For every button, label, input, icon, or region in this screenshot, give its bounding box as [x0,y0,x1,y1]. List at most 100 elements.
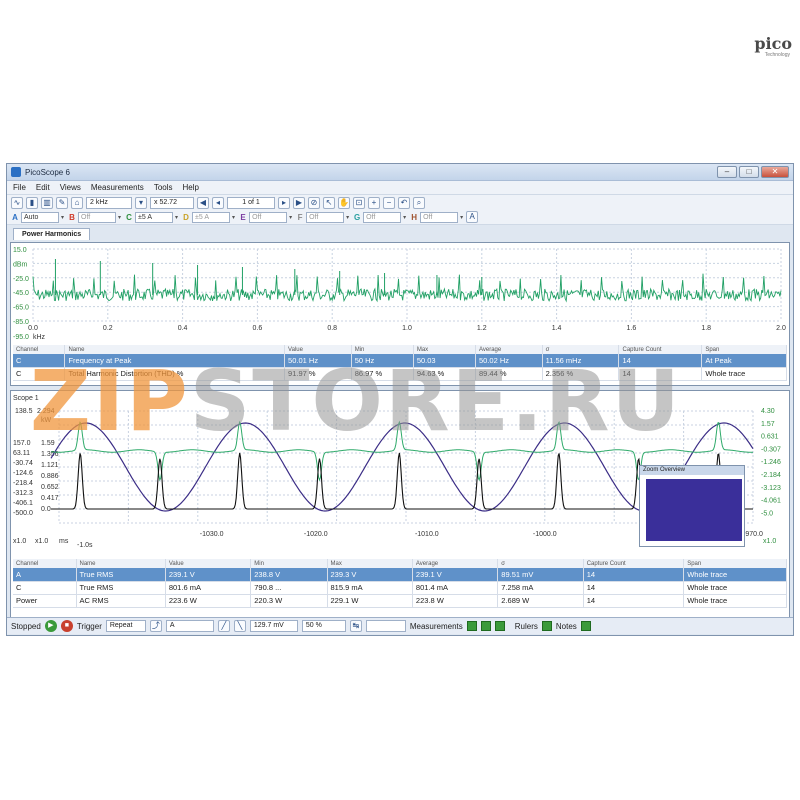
channel-b-label[interactable]: B [67,212,77,223]
channel-a-label[interactable]: A [10,212,20,223]
zoom-overview[interactable]: Zoom Overview [639,465,745,547]
math-channels-icon[interactable]: A [466,211,479,223]
zoom-overview-thumbnail[interactable] [646,479,742,541]
edit-measurement-icon[interactable] [480,621,491,631]
trigger-mode-select[interactable]: Repeat [105,620,146,632]
channel-c-range-select[interactable]: ±5 A [135,211,174,223]
channel-f-label[interactable]: F [295,212,305,223]
zoom-out-icon[interactable]: − [383,196,395,209]
column-header[interactable]: Min [250,559,328,568]
channel-e-range-select[interactable]: Off [249,211,288,223]
column-header[interactable]: Span [701,345,787,354]
menu-help[interactable]: Help [183,183,199,192]
y-tick-label-a: -406.1 [13,500,33,507]
probe-icon[interactable]: ✎ [56,196,68,209]
table-cell: 2.689 W [497,594,584,608]
first-buffer-icon[interactable]: ◀ [197,196,209,209]
start-button[interactable]: ▶ [44,620,57,632]
pointer-icon[interactable]: ↖ [323,196,335,209]
menu-views[interactable]: Views [60,183,81,192]
trigger-channel-select[interactable]: A [165,620,214,632]
y-tick-label-a: 157.0 [13,440,31,447]
table-cell: 14 [583,594,685,608]
channel-g-range-select[interactable]: Off [363,211,402,223]
column-header[interactable]: Average [412,559,499,568]
zoom-in-icon[interactable]: + [368,196,380,209]
channel-g-label[interactable]: G [352,212,362,223]
column-header[interactable]: Max [327,559,413,568]
tab-power-harmonics[interactable]: Power Harmonics [13,228,91,240]
channel-c-label[interactable]: C [124,212,134,223]
chevron-down-icon[interactable]: ▾ [61,214,64,221]
chevron-down-icon[interactable]: ▾ [135,196,147,209]
column-header[interactable]: Value [165,559,252,568]
falling-edge-icon[interactable]: ╲ [233,620,246,632]
spectrum-plot[interactable]: 0.0 0.2 0.4 0.6 0.8 1.0 1.2 1.4 1.6 1.8 2.0 15.0 dBm… [11,243,789,343]
channel-h-range-select[interactable]: Off [420,211,459,223]
prev-buffer-icon[interactable]: ◂ [212,196,224,209]
chevron-down-icon[interactable]: ▾ [289,214,292,221]
settings-icon[interactable]: ⊘ [308,196,320,209]
chevron-down-icon[interactable]: ▾ [346,214,349,221]
channel-f-range-select[interactable]: Off [306,211,345,223]
spectrum-mode-icon[interactable]: ▮ [26,196,38,209]
app-icon [11,167,21,177]
rulers-toggle[interactable] [541,621,552,631]
zoom-box-icon[interactable]: ⊡ [353,196,365,209]
menu-tools[interactable]: Tools [154,183,173,192]
delay-icon[interactable]: ↹ [349,620,362,632]
menu-measurements[interactable]: Measurements [91,183,144,192]
trigger-level-field[interactable]: 129.7 mV [249,620,298,632]
home-icon[interactable]: ⌂ [71,196,83,209]
chevron-down-icon[interactable]: ▾ [175,214,178,221]
channel-d-range-select[interactable]: ±5 A [192,211,231,223]
channel-b-range-select[interactable]: Off [78,211,117,223]
table-row[interactable]: A True RMS 239.1 V 238.8 V 239.3 V 239.1 V 89.… [13,568,787,582]
rising-edge-icon[interactable]: ╱ [217,620,230,632]
chevron-down-icon[interactable]: ▾ [460,214,463,221]
column-header[interactable]: Name [76,559,166,568]
column-header[interactable]: Span [683,559,787,568]
scope-scale-a-tag: x1.0 [13,538,26,545]
delete-measurement-icon[interactable] [494,621,505,631]
scope-mode-icon[interactable]: ∿ [11,196,23,209]
x-unit-label: ms [59,538,69,545]
column-header[interactable]: Channel [13,559,77,568]
x-start-label: -1.0s [77,542,93,549]
menu-edit[interactable]: Edit [36,183,50,192]
close-button[interactable]: ✕ [761,166,789,178]
channel-d-label[interactable]: D [181,212,191,223]
channel-a-range-select[interactable]: Auto [21,211,59,223]
zoom-fit-icon[interactable]: ⌕ [413,196,425,209]
pico-logo: pico [754,34,792,53]
last-buffer-icon[interactable]: ▶ [293,196,305,209]
trigger-edge-icon[interactable]: ⤴ [149,620,162,632]
hand-icon[interactable]: ✋ [338,196,350,209]
menu-file[interactable]: File [13,183,26,192]
delay-field[interactable] [365,620,406,632]
table-row[interactable]: C True RMS 801.6 mA 790.8 ... 815.9 mA 801.4 … [13,581,787,595]
minimize-button[interactable]: – [717,166,737,178]
channel-h-label[interactable]: H [409,212,419,223]
rulers-label: Rulers [514,621,538,631]
maximize-button[interactable]: □ [739,166,759,178]
table-row[interactable]: Power AC RMS 223.6 W 220.3 W 229.1 W 223.8 W2… [13,594,787,608]
column-header[interactable]: Capture Count [583,559,685,568]
y-tick-label: -85.0 [13,319,29,326]
buffer-index-field[interactable]: 1 of 1 [227,196,275,209]
x-tick-label: -1030.0 [200,531,224,538]
next-buffer-icon[interactable]: ▸ [278,196,290,209]
chevron-down-icon[interactable]: ▾ [118,214,121,221]
add-measurement-icon[interactable] [466,621,477,631]
timebase-select[interactable]: 2 kHz [86,196,132,209]
column-header[interactable]: σ [497,559,584,568]
persistence-mode-icon[interactable]: ▥ [41,196,53,209]
chevron-down-icon[interactable]: ▾ [232,214,235,221]
pretrigger-field[interactable]: 50 % [301,620,346,632]
undo-zoom-icon[interactable]: ↶ [398,196,410,209]
notes-toggle[interactable] [580,621,591,631]
chevron-down-icon[interactable]: ▾ [403,214,406,221]
zoom-factor-field[interactable]: x 52.72 [150,196,194,209]
channel-e-label[interactable]: E [238,212,248,223]
stop-button[interactable]: ■ [60,620,73,632]
